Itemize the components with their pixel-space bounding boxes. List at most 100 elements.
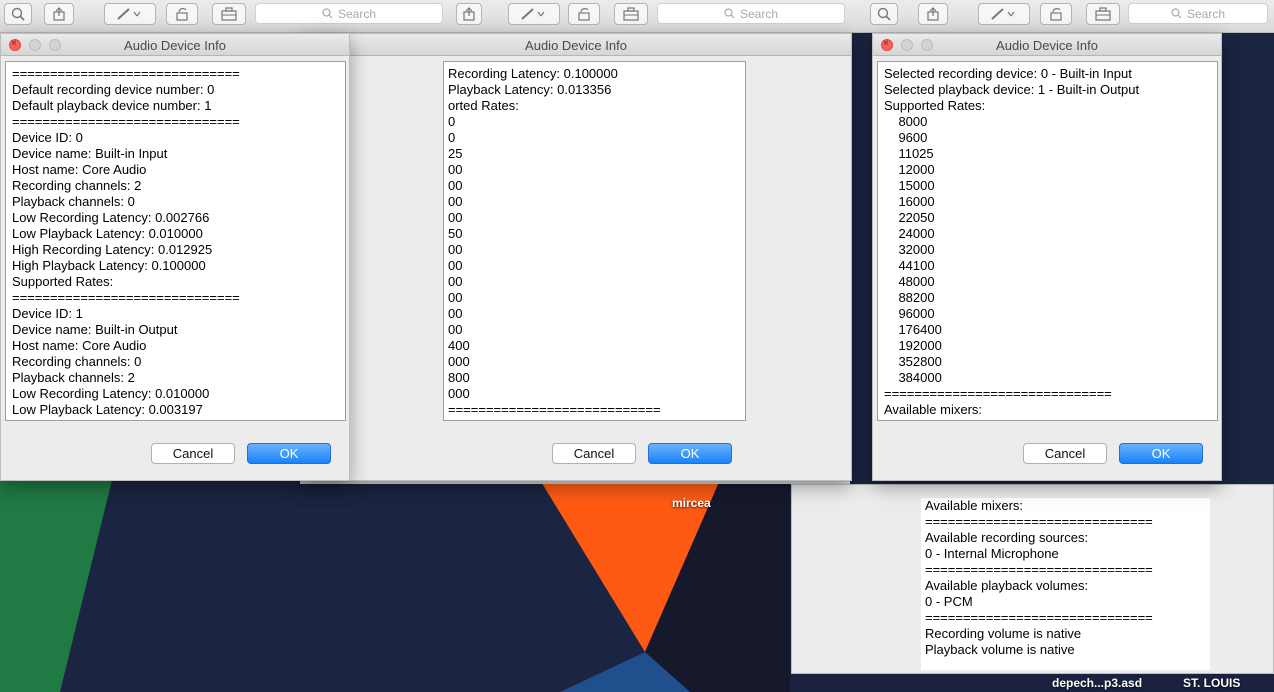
text-line: 00	[448, 274, 463, 289]
dialog-3-text-area[interactable]: Selected recording device: 0 - Built-in …	[877, 61, 1218, 421]
zoom-button-3[interactable]	[870, 3, 898, 25]
text-line: Device ID: 1	[12, 306, 83, 321]
ok-button[interactable]: OK	[1119, 443, 1203, 464]
text-line: 00	[448, 306, 463, 321]
dialog-1-text-area[interactable]: ============================== Default re…	[5, 61, 346, 421]
text-line: 0	[448, 114, 456, 129]
text-line: 48000	[884, 274, 935, 289]
text-line: Default playback device number: 1	[12, 98, 212, 113]
search-field[interactable]: Search	[255, 3, 443, 24]
text-line: 00	[448, 210, 463, 225]
desktop-user-label: mircea	[672, 496, 711, 510]
text-line: 50	[448, 226, 463, 241]
toolbar-2: Search	[452, 0, 854, 33]
dialog-title: Audio Device Info	[124, 38, 226, 53]
text-line: Device name: Built-in Output	[12, 322, 178, 337]
text-line: Low Recording Latency: 0.010000	[12, 386, 210, 401]
text-line: 0 - PCM	[925, 594, 973, 609]
zoom-button[interactable]	[4, 3, 32, 25]
text-line: Available recording sources:	[925, 530, 1089, 545]
markup-button-2[interactable]	[508, 3, 560, 25]
cancel-button[interactable]: Cancel	[151, 443, 235, 464]
cancel-button[interactable]: Cancel	[1023, 443, 1107, 464]
toolbox-button-2[interactable]	[614, 3, 648, 25]
audio-device-info-dialog-1: × Audio Device Info ====================…	[0, 33, 350, 481]
desktop-location-label[interactable]: ST. LOUIS	[1183, 676, 1240, 690]
text-line: High Recording Latency: 0.012925	[12, 242, 213, 257]
text-line: 00	[448, 162, 463, 177]
share-button-3[interactable]	[918, 3, 948, 25]
share-button-2[interactable]	[456, 3, 482, 25]
pen-icon	[117, 8, 141, 20]
cancel-button[interactable]: Cancel	[552, 443, 636, 464]
text-line: Selected recording device: 0 - Built-in …	[884, 66, 1132, 81]
text-line: Device name: Built-in Input	[12, 146, 168, 161]
dialog-3-titlebar[interactable]: × Audio Device Info	[873, 34, 1221, 56]
text-line: 44100	[884, 258, 935, 273]
search-icon	[724, 8, 735, 19]
text-line: ==============================	[12, 66, 240, 81]
text-line: 00	[448, 242, 463, 257]
text-line: 000	[448, 354, 470, 369]
text-line: Supported Rates:	[12, 274, 114, 289]
text-line: Low Recording Latency: 0.002766	[12, 210, 210, 225]
search-icon	[322, 8, 333, 19]
text-line: Available playback volumes:	[925, 578, 1089, 593]
text-line: Default recording device number: 0	[12, 82, 215, 97]
text-line: 32000	[884, 242, 935, 257]
text-line: 00	[448, 178, 463, 193]
text-line: orted Rates:	[448, 98, 519, 113]
text-line: Available mixers:	[925, 498, 1024, 513]
text-line: ==============================	[925, 514, 1153, 529]
text-line: 8000	[884, 114, 928, 129]
toolbox-button[interactable]	[212, 3, 246, 25]
audio-device-info-dialog-3: × Audio Device Info Selected recording d…	[872, 33, 1222, 481]
text-line: 16000	[884, 194, 935, 209]
text-line: 22050	[884, 210, 935, 225]
rotate-button[interactable]	[166, 3, 198, 25]
dialog-1-titlebar[interactable]: × Audio Device Info	[1, 34, 349, 56]
audio-device-info-dialog-2: Audio Device Info Recording Latency: 0.1…	[300, 33, 852, 481]
text-line: 11025	[884, 146, 934, 161]
text-line: Host name: Core Audio	[12, 338, 147, 353]
text-line: 352800	[884, 354, 942, 369]
rotate-button-3[interactable]	[1040, 3, 1072, 25]
search-field-3[interactable]: Search	[1128, 3, 1268, 24]
dialog-2-titlebar[interactable]: Audio Device Info	[301, 34, 851, 56]
rotate-icon	[578, 8, 590, 21]
toolbox-icon	[1095, 7, 1111, 21]
toolbox-icon	[221, 7, 237, 21]
desktop-file-label[interactable]: depech...p3.asd	[1052, 676, 1142, 690]
share-icon	[927, 7, 939, 21]
search-field-2[interactable]: Search	[657, 3, 845, 24]
search-icon	[1171, 8, 1182, 19]
text-line: Low Playback Latency: 0.003197	[12, 402, 203, 417]
text-line: 384000	[884, 370, 942, 385]
text-line: 800	[448, 370, 470, 385]
dialog-2-text-area[interactable]: Recording Latency: 0.100000 Playback Late…	[443, 61, 746, 421]
share-button[interactable]	[44, 3, 74, 25]
toolbar-3: Search	[854, 0, 1274, 33]
search-placeholder: Search	[739, 6, 779, 21]
markup-button-3[interactable]	[978, 3, 1030, 25]
text-line: 00	[448, 258, 463, 273]
text-line: ==============================	[925, 610, 1153, 625]
text-line: 00	[448, 194, 463, 209]
text-line: High Recording Latency: 0.100000	[12, 418, 240, 420]
text-line: ==============================	[884, 386, 1112, 401]
text-line: 24000	[884, 226, 935, 241]
text-line: Available mixers:	[884, 402, 983, 417]
pen-icon	[521, 8, 545, 20]
text-line: 00	[448, 290, 463, 305]
text-line: 25	[448, 146, 463, 161]
markup-button[interactable]	[104, 3, 156, 25]
text-line: 88200	[884, 290, 935, 305]
ok-button[interactable]: OK	[648, 443, 732, 464]
ok-button[interactable]: OK	[247, 443, 331, 464]
text-line: Host name: Core Audio	[12, 162, 147, 177]
text-line: Device ID: 0	[12, 130, 83, 145]
dialog-title: Audio Device Info	[996, 38, 1098, 53]
toolbox-button-3[interactable]	[1086, 3, 1120, 25]
share-icon	[53, 7, 65, 21]
rotate-button-2[interactable]	[568, 3, 600, 25]
